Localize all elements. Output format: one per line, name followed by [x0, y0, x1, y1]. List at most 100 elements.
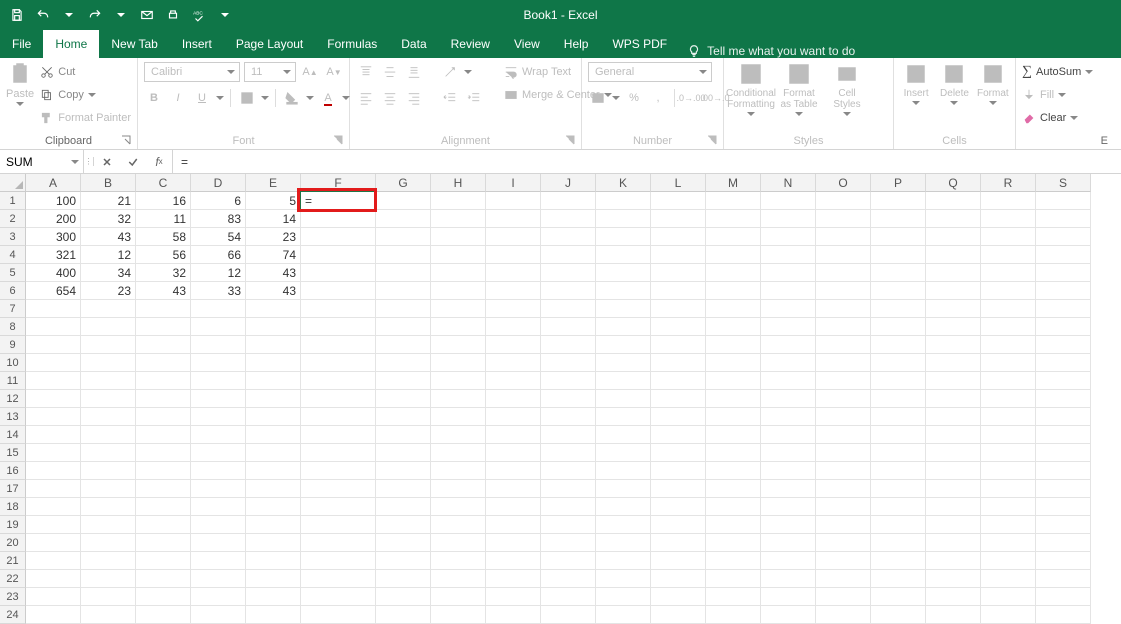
cell[interactable] [871, 210, 926, 228]
column-header[interactable]: D [191, 174, 246, 192]
conditional-formatting-button[interactable]: Conditional Formatting [730, 62, 772, 116]
cell[interactable] [486, 606, 541, 624]
tab-data[interactable]: Data [389, 30, 438, 58]
cell[interactable] [761, 246, 816, 264]
cell[interactable] [136, 408, 191, 426]
cell[interactable] [761, 390, 816, 408]
cell[interactable] [541, 480, 596, 498]
increase-indent-icon[interactable] [464, 88, 484, 108]
cell[interactable] [651, 192, 706, 210]
cell[interactable] [816, 498, 871, 516]
cell[interactable] [541, 336, 596, 354]
cell[interactable] [191, 498, 246, 516]
cell[interactable] [816, 606, 871, 624]
cell[interactable] [871, 588, 926, 606]
cell[interactable] [81, 336, 136, 354]
cell[interactable]: 321 [26, 246, 81, 264]
cell[interactable] [706, 372, 761, 390]
cell[interactable] [431, 408, 486, 426]
cell[interactable] [596, 570, 651, 588]
cell[interactable]: 74 [246, 246, 301, 264]
align-top-icon[interactable] [356, 62, 376, 82]
cell[interactable] [596, 498, 651, 516]
cell[interactable] [486, 372, 541, 390]
row-header[interactable]: 23 [0, 588, 26, 606]
cell[interactable] [1036, 192, 1091, 210]
column-header[interactable]: A [26, 174, 81, 192]
cell[interactable] [136, 480, 191, 498]
cell[interactable] [431, 444, 486, 462]
cell[interactable] [81, 372, 136, 390]
cell[interactable] [136, 300, 191, 318]
cell[interactable] [871, 570, 926, 588]
cell[interactable] [431, 588, 486, 606]
cell[interactable] [596, 588, 651, 606]
cell[interactable] [926, 246, 981, 264]
cell[interactable] [871, 228, 926, 246]
cell[interactable] [486, 336, 541, 354]
cell[interactable] [541, 228, 596, 246]
cell[interactable] [191, 552, 246, 570]
cell[interactable] [301, 318, 376, 336]
cell[interactable] [706, 408, 761, 426]
cell[interactable] [486, 480, 541, 498]
tab-home[interactable]: Home [43, 30, 99, 58]
cell[interactable] [376, 516, 431, 534]
cell[interactable] [1036, 300, 1091, 318]
caret-down-icon[interactable] [110, 4, 132, 26]
accounting-icon[interactable] [588, 88, 608, 108]
cell[interactable] [431, 372, 486, 390]
cell[interactable] [596, 426, 651, 444]
percent-icon[interactable]: % [624, 88, 644, 108]
cell[interactable] [596, 354, 651, 372]
cell[interactable] [376, 282, 431, 300]
cell[interactable] [81, 354, 136, 372]
cell[interactable]: 43 [81, 228, 136, 246]
cell[interactable] [651, 516, 706, 534]
cell[interactable] [651, 462, 706, 480]
cell[interactable]: 14 [246, 210, 301, 228]
row-header[interactable]: 24 [0, 606, 26, 624]
cell[interactable] [541, 192, 596, 210]
cell[interactable] [981, 534, 1036, 552]
cell[interactable] [191, 300, 246, 318]
cell[interactable] [706, 516, 761, 534]
cell[interactable] [981, 606, 1036, 624]
cell[interactable]: 300 [26, 228, 81, 246]
cell[interactable] [246, 372, 301, 390]
cell[interactable] [541, 552, 596, 570]
font-size-select[interactable]: 11 [244, 62, 296, 82]
cell[interactable] [761, 552, 816, 570]
cell[interactable] [596, 462, 651, 480]
cell[interactable] [246, 354, 301, 372]
cell[interactable] [431, 228, 486, 246]
tab-newtab[interactable]: New Tab [99, 30, 169, 58]
cell[interactable] [301, 354, 376, 372]
cell[interactable] [301, 444, 376, 462]
cell[interactable] [191, 354, 246, 372]
cell[interactable] [816, 210, 871, 228]
cell[interactable] [651, 336, 706, 354]
cell[interactable] [26, 426, 81, 444]
column-header[interactable]: B [81, 174, 136, 192]
cell[interactable] [191, 444, 246, 462]
cell[interactable] [136, 570, 191, 588]
align-middle-icon[interactable] [380, 62, 400, 82]
cell[interactable] [486, 318, 541, 336]
cell[interactable] [246, 588, 301, 606]
border-icon[interactable] [237, 88, 257, 108]
cell[interactable] [871, 282, 926, 300]
cell[interactable]: 32 [81, 210, 136, 228]
tab-pagelayout[interactable]: Page Layout [224, 30, 315, 58]
cell[interactable] [926, 300, 981, 318]
cell[interactable] [26, 336, 81, 354]
cell[interactable] [706, 264, 761, 282]
cell[interactable] [431, 210, 486, 228]
cell[interactable] [596, 210, 651, 228]
cell[interactable] [301, 426, 376, 444]
decrease-decimal-icon[interactable]: .00→.0 [705, 88, 725, 108]
cell[interactable]: 66 [191, 246, 246, 264]
cell[interactable]: 83 [191, 210, 246, 228]
cell[interactable] [596, 300, 651, 318]
cell[interactable] [981, 192, 1036, 210]
